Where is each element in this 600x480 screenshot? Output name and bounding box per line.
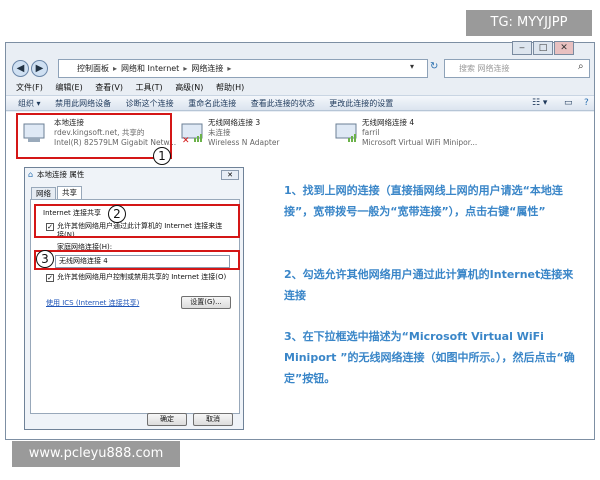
- command-toolbar: 组织 ▾ 禁用此网络设备 诊断这个连接 重命名此连接 查看此连接的状态 更改此连…: [6, 95, 594, 111]
- menu-item-view[interactable]: 查看(V): [95, 83, 123, 92]
- breadcrumb-item[interactable]: 网络和 Internet: [121, 64, 179, 73]
- address-field[interactable]: 控制面板 ▸ 网络和 Internet ▸ 网络连接 ▸: [58, 59, 428, 78]
- help-icon[interactable]: ?: [584, 96, 589, 111]
- view-options-icon[interactable]: ☷ ▾: [532, 96, 547, 111]
- dialog-title: 本地连接 属性: [37, 170, 85, 179]
- toolbar-change-settings[interactable]: 更改此连接的设置: [329, 99, 393, 108]
- watermark-bottom: www.pcleyu888.com: [12, 441, 180, 467]
- settings-button[interactable]: 设置(G)...: [181, 296, 231, 309]
- cancel-button[interactable]: 取消: [193, 413, 233, 426]
- back-icon[interactable]: ◀: [12, 60, 29, 77]
- menu-item-help[interactable]: 帮助(H): [216, 83, 244, 92]
- address-bar: ◀ ▶ 控制面板 ▸ 网络和 Internet ▸ 网络连接 ▸ ▾ ↻ 搜索 网络连接 …: [12, 58, 590, 80]
- minimize-icon[interactable]: ‒: [512, 41, 532, 55]
- wireless-network-icon[interactable]: [334, 122, 360, 144]
- connection-adapter: Microsoft Virtual WiFi Minipor...: [362, 138, 478, 147]
- connection-name: 无线网络连接 4: [362, 118, 415, 127]
- dialog-close-button[interactable]: ✕: [221, 170, 239, 180]
- breadcrumb-item[interactable]: 控制面板: [77, 64, 109, 73]
- connection-wireless-3[interactable]: 无线网络连接 3 未连接 Wireless N Adapter: [208, 118, 280, 148]
- highlight-local-connection: [16, 113, 172, 159]
- menu-item-advanced[interactable]: 高级(N): [175, 83, 203, 92]
- step-badge-3: 3: [36, 250, 54, 268]
- allow-control-checkbox[interactable]: ✓: [46, 274, 54, 282]
- connection-status: farril: [362, 128, 380, 137]
- dropdown-icon[interactable]: ▾: [410, 62, 414, 71]
- instruction-step-1: 1、找到上网的连接（直接插网线上网的用户请选“本地连接”，宽带拨号一般为“宽带连…: [284, 184, 563, 218]
- connection-name: 无线网络连接 3: [208, 118, 261, 127]
- preview-pane-icon[interactable]: ▭: [564, 96, 573, 111]
- breadcrumb-item[interactable]: 网络连接: [191, 64, 223, 73]
- maximize-icon[interactable]: □: [533, 41, 553, 55]
- search-placeholder: 搜索 网络连接: [459, 64, 510, 73]
- toolbar-diagnose[interactable]: 诊断这个连接: [126, 99, 174, 108]
- toolbar-rename[interactable]: 重命名此连接: [188, 99, 236, 108]
- connection-adapter: Wireless N Adapter: [208, 138, 280, 147]
- watermark-top: TG: MYYJJPP: [466, 10, 592, 36]
- tab-network[interactable]: 网络: [31, 187, 56, 199]
- forward-icon[interactable]: ▶: [31, 60, 48, 77]
- highlight-home-network: [34, 250, 240, 270]
- toolbar-view-status[interactable]: 查看此连接的状态: [251, 99, 315, 108]
- instruction-step-2: 2、勾选允许其他网络用户通过此计算机的Internet连接来连接: [284, 268, 574, 302]
- toolbar-disable-device[interactable]: 禁用此网络设备: [55, 99, 111, 108]
- connection-status: 未连接: [208, 128, 231, 137]
- menu-item-tools[interactable]: 工具(T): [136, 83, 163, 92]
- step-badge-2: 2: [108, 205, 126, 223]
- refresh-icon[interactable]: ↻: [430, 61, 438, 72]
- search-icon[interactable]: ⌕: [578, 61, 584, 72]
- tab-sharing[interactable]: 共享: [57, 186, 82, 200]
- search-input[interactable]: 搜索 网络连接: [444, 59, 590, 78]
- toolbar-organize[interactable]: 组织 ▾: [18, 99, 41, 108]
- menu-bar: 文件(F) 编辑(E) 查看(V) 工具(T) 高级(N) 帮助(H): [6, 81, 594, 95]
- menu-item-edit[interactable]: 编辑(E): [55, 83, 82, 92]
- close-window-icon[interactable]: ✕: [554, 41, 574, 55]
- network-adapter-icon: ⌂: [28, 170, 34, 179]
- wireless-network-icon[interactable]: ✕: [180, 122, 206, 144]
- step-badge-1: 1: [153, 147, 171, 165]
- instruction-step-3: 3、在下拉框选中描述为“Microsoft Virtual WiFi Minip…: [284, 330, 575, 385]
- menu-item-file[interactable]: 文件(F): [16, 83, 43, 92]
- ics-help-link[interactable]: 使用 ICS (Internet 连接共享): [46, 299, 139, 308]
- highlight-allow-sharing: [34, 204, 240, 238]
- connection-wireless-4[interactable]: 无线网络连接 4 farril Microsoft Virtual WiFi M…: [362, 118, 477, 148]
- ok-button[interactable]: 确定: [147, 413, 187, 426]
- svg-text:✕: ✕: [182, 136, 190, 144]
- allow-control-label: 允许其他网络用户控制或禁用共享的 Internet 连接(O): [57, 273, 227, 281]
